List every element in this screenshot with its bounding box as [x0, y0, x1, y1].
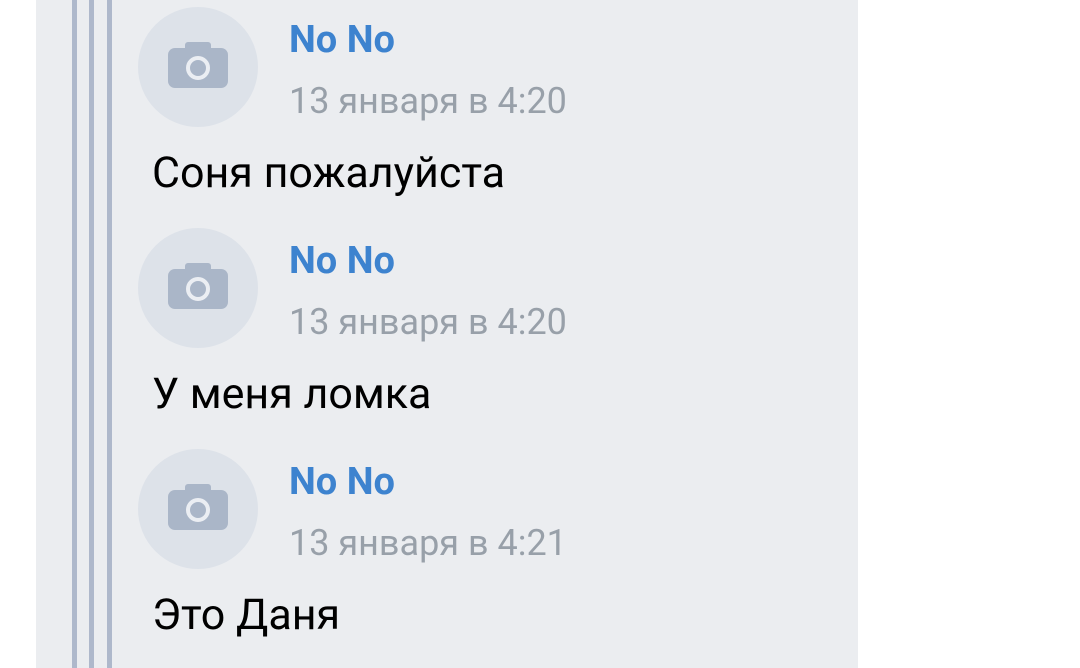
comment-author[interactable]: No No	[289, 18, 395, 62]
comment-date[interactable]: 13 января в 4:20	[289, 301, 567, 343]
avatar[interactable]	[138, 228, 258, 348]
comment-author[interactable]: No No	[289, 239, 395, 283]
camera-icon	[168, 484, 228, 530]
comment-text: Соня пожалуйста	[152, 148, 506, 198]
comment-date[interactable]: 13 января в 4:21	[289, 522, 567, 564]
thread-line	[89, 0, 94, 668]
comment-date[interactable]: 13 января в 4:20	[289, 80, 567, 122]
avatar[interactable]	[138, 449, 258, 569]
comment-text: У меня ломка	[152, 369, 432, 419]
camera-icon	[168, 263, 228, 309]
camera-icon	[168, 42, 228, 88]
thread-line	[72, 0, 77, 668]
avatar[interactable]	[138, 7, 258, 127]
comment-author[interactable]: No No	[289, 460, 395, 504]
thread-line	[107, 0, 112, 668]
comment-text: Это Даня	[152, 590, 341, 640]
